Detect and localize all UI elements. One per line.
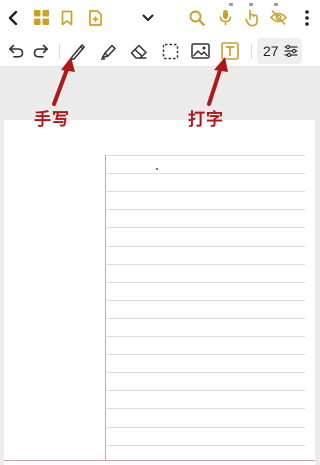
handwriting-arrow xyxy=(52,57,75,106)
handwriting-annotation-label: 手写 xyxy=(34,110,70,130)
typing-arrow xyxy=(207,57,228,106)
typing-annotation-label: 打字 xyxy=(188,110,224,130)
annotation-arrows xyxy=(52,57,228,106)
